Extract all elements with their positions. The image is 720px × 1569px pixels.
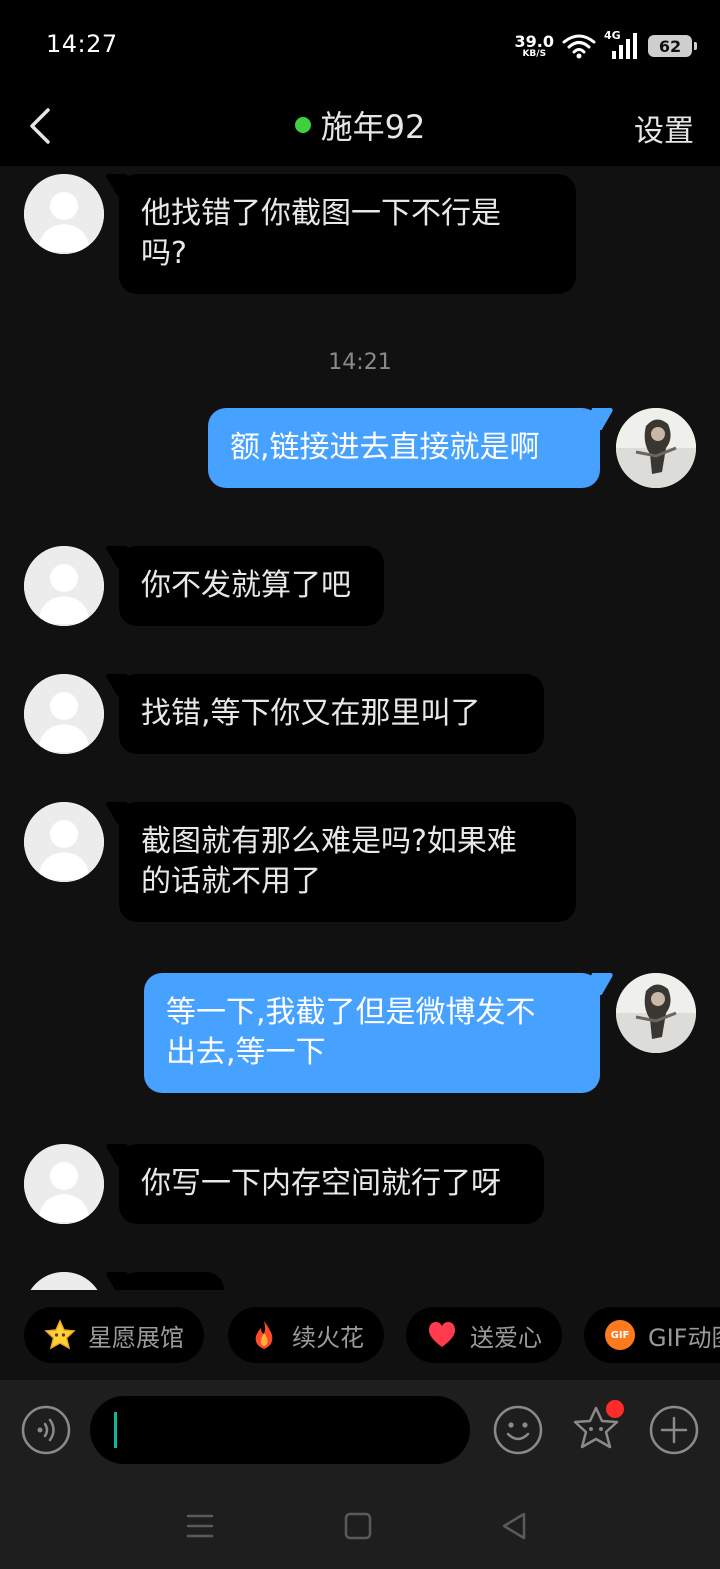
contact-avatar[interactable] bbox=[24, 802, 104, 882]
input-bar bbox=[0, 1380, 720, 1478]
incoming-message[interactable]: 你写一下内存空间就行了呀 bbox=[119, 1144, 544, 1224]
status-icons: 39.0 KB/S 4G 62 bbox=[514, 29, 697, 62]
chip-star-gallery[interactable]: 星愿展馆 bbox=[24, 1307, 204, 1363]
message-text-line: 你写一下内存空间就行了呀 bbox=[141, 1166, 501, 1201]
chip-send-heart[interactable]: 送爱心 bbox=[406, 1307, 562, 1363]
quick-action-bar: 星愿展馆 续火花 送爱心 GIF GIF动图 bbox=[0, 1290, 720, 1380]
chat-title-group: 施年92 bbox=[0, 102, 720, 148]
network-speed-value: 39.0 bbox=[514, 31, 554, 51]
contact-avatar[interactable] bbox=[24, 1272, 104, 1290]
text-cursor bbox=[114, 1412, 117, 1448]
battery-icon: 62 bbox=[648, 35, 697, 57]
message-text-line: 他找错了你截图一下不行是 bbox=[141, 196, 501, 231]
incoming-message[interactable]: 他找错了你截图一下不行是 吗? bbox=[119, 174, 576, 294]
message-input[interactable] bbox=[90, 1396, 470, 1464]
message-text-line: 截图就有那么难是吗?如果难 bbox=[141, 824, 517, 859]
message-text-line: 的话就不用了 bbox=[141, 864, 321, 899]
my-avatar[interactable] bbox=[616, 408, 696, 488]
contact-avatar[interactable] bbox=[24, 174, 104, 254]
online-status-dot bbox=[294, 117, 311, 133]
menu-icon[interactable] bbox=[180, 1506, 220, 1546]
heart-icon bbox=[426, 1319, 458, 1351]
incoming-message-partial[interactable] bbox=[119, 1272, 224, 1290]
message-text-line: 等一下,我截了但是微博发不 bbox=[166, 995, 536, 1030]
voice-icon[interactable] bbox=[20, 1404, 72, 1456]
message-text-line: 你不发就算了吧 bbox=[141, 568, 351, 603]
incoming-message[interactable]: 截图就有那么难是吗?如果难 的话就不用了 bbox=[119, 802, 576, 922]
message-list[interactable]: 他找错了你截图一下不行是 吗? 14:21 额,链接进去直接就是啊 你不发就算了… bbox=[0, 166, 720, 1290]
wifi-icon bbox=[562, 34, 596, 59]
message-text-line: 吗? bbox=[141, 236, 187, 271]
chip-continue-spark[interactable]: 续火花 bbox=[228, 1307, 384, 1363]
notification-badge bbox=[606, 1400, 624, 1418]
message-text-line: 出去,等一下 bbox=[166, 1035, 326, 1070]
home-icon[interactable] bbox=[338, 1506, 378, 1546]
plus-icon[interactable] bbox=[648, 1404, 700, 1456]
incoming-message[interactable]: 你不发就算了吧 bbox=[119, 546, 384, 626]
chat-header: 施年92 设置 bbox=[0, 90, 720, 166]
message-text-line: 额,链接进去直接就是啊 bbox=[230, 430, 540, 465]
message-text-line: 找错,等下你又在那里叫了 bbox=[141, 696, 481, 731]
network-speed-unit: KB/S bbox=[522, 48, 547, 59]
contact-avatar[interactable] bbox=[24, 546, 104, 626]
gif-icon: GIF bbox=[604, 1319, 636, 1351]
chip-label: 星愿展馆 bbox=[88, 1323, 184, 1352]
emoji-icon[interactable] bbox=[492, 1404, 544, 1456]
outgoing-message[interactable]: 等一下,我截了但是微博发不 出去,等一下 bbox=[144, 973, 600, 1093]
battery-level: 62 bbox=[658, 36, 682, 56]
star-icon bbox=[44, 1319, 76, 1351]
chat-screen: 14:27 39.0 KB/S 4G 62 施年92 设置 他找错了你截图一下不… bbox=[0, 0, 720, 1569]
status-time: 14:27 bbox=[46, 30, 118, 58]
chat-title: 施年92 bbox=[320, 108, 426, 146]
outgoing-message[interactable]: 额,链接进去直接就是啊 bbox=[208, 408, 600, 488]
cellular-signal-icon: 4G bbox=[604, 29, 640, 61]
back-nav-icon[interactable] bbox=[494, 1506, 534, 1546]
chip-gif[interactable]: GIF GIF动图 bbox=[584, 1307, 720, 1363]
contact-avatar[interactable] bbox=[24, 1144, 104, 1224]
chip-label: 送爱心 bbox=[470, 1323, 542, 1352]
chip-label: GIF动图 bbox=[648, 1323, 720, 1352]
flame-icon bbox=[248, 1319, 280, 1351]
settings-button[interactable]: 设置 bbox=[634, 106, 694, 150]
my-avatar[interactable] bbox=[616, 973, 696, 1053]
incoming-message[interactable]: 找错,等下你又在那里叫了 bbox=[119, 674, 544, 754]
status-bar: 14:27 39.0 KB/S 4G 62 bbox=[0, 0, 720, 90]
network-speed: 39.0 KB/S bbox=[514, 31, 554, 59]
chip-label: 续火花 bbox=[292, 1323, 364, 1352]
message-timestamp: 14:21 bbox=[328, 350, 392, 375]
system-nav-bar bbox=[0, 1478, 720, 1569]
contact-avatar[interactable] bbox=[24, 674, 104, 754]
